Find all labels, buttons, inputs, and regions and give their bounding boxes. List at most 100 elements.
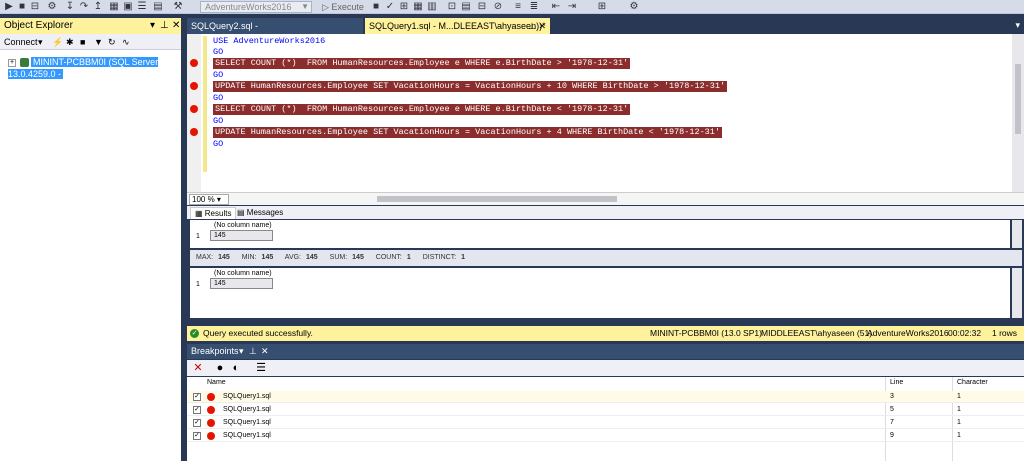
- code-line[interactable]: GO: [213, 47, 223, 58]
- stop-icon[interactable]: ■: [80, 34, 85, 50]
- parse-icon[interactable]: ✓: [384, 1, 396, 13]
- toggle-all-icon[interactable]: ◐: [230, 362, 242, 374]
- breakpoint-icon: [207, 393, 215, 401]
- results-grid-icon[interactable]: ▦: [412, 1, 424, 13]
- pin-dropdown-icon[interactable]: ▾: [150, 18, 155, 34]
- object-explorer-panel: Object Explorer ▾ ⊥ ✕ Connect ▾ ⚡ ✱ ■ ▼ …: [0, 18, 183, 461]
- delete-icon[interactable]: ✕: [192, 362, 204, 374]
- grid-cell[interactable]: 145: [210, 230, 273, 241]
- grid-scrollbar[interactable]: [1012, 268, 1022, 318]
- close-icon[interactable]: ✕: [261, 344, 269, 359]
- options-icon[interactable]: ⚙: [628, 1, 640, 13]
- debug-icon[interactable]: ⚙: [46, 1, 58, 13]
- menu-icon[interactable]: ▤: [152, 1, 164, 13]
- pin-icon[interactable]: ⊥: [249, 344, 257, 359]
- tab-results[interactable]: ▦ Results: [190, 207, 237, 219]
- uncomment-icon[interactable]: ≣: [528, 1, 540, 13]
- column-header-name[interactable]: Name: [207, 379, 226, 386]
- grid-scrollbar[interactable]: [1012, 220, 1022, 248]
- results-text-icon[interactable]: ▥: [426, 1, 438, 13]
- column-header-line[interactable]: Line: [890, 379, 903, 386]
- chevron-down-icon[interactable]: ▾: [38, 34, 43, 50]
- checkbox[interactable]: ✓: [193, 432, 201, 440]
- step-into-icon[interactable]: ↧: [64, 1, 76, 13]
- step-over-icon[interactable]: ↷: [78, 1, 90, 13]
- refresh-icon[interactable]: ↻: [108, 34, 116, 50]
- column-header[interactable]: (No column name): [214, 222, 272, 229]
- window-icon[interactable]: ▣: [122, 1, 134, 13]
- table-row[interactable]: ✓ SQLQuery1.sql 5 1: [187, 404, 1024, 416]
- breakpoint-icon[interactable]: [190, 59, 198, 67]
- table-row[interactable]: ✓ SQLQuery1.sql 9 1: [187, 430, 1024, 442]
- intellisense-icon[interactable]: ⊡: [446, 1, 458, 13]
- pin-dropdown-icon[interactable]: ▾: [239, 344, 244, 359]
- tab-messages[interactable]: ▤ Messages: [233, 207, 287, 219]
- plan-icon[interactable]: ⊞: [398, 1, 410, 13]
- editor-vertical-scrollbar[interactable]: [1012, 34, 1024, 192]
- checkbox[interactable]: ✓: [193, 393, 201, 401]
- connect-button[interactable]: Connect: [4, 37, 38, 47]
- expand-icon[interactable]: +: [8, 58, 16, 67]
- breakpoints-toolbar: ✕ ● ◐ ☰: [187, 360, 1024, 376]
- close-icon[interactable]: ✕: [538, 18, 546, 34]
- query-editor[interactable]: USE AdventureWorks2016 GO SELECT COUNT (…: [187, 34, 1024, 192]
- checkbox[interactable]: ✓: [193, 406, 201, 414]
- table-row[interactable]: ✓ SQLQuery1.sql 3 1: [187, 391, 1024, 403]
- specify-values-icon[interactable]: ⊞: [596, 1, 608, 13]
- delete-all-icon[interactable]: ●: [214, 362, 226, 374]
- column-header-character[interactable]: Character: [957, 379, 988, 386]
- checkbox[interactable]: ✓: [193, 419, 201, 427]
- include-plan-icon[interactable]: ⊟: [476, 1, 488, 13]
- code-line-breakpoint[interactable]: UPDATE HumanResources.Employee SET Vacat…: [213, 127, 722, 138]
- tab-sqlquery1[interactable]: SQLQuery1.sql - M...DLEEAST\ahyaseen))* ⊥…: [365, 18, 550, 34]
- code-line[interactable]: GO: [213, 139, 223, 150]
- connect-plug-icon[interactable]: ⚡: [52, 34, 63, 50]
- code-line[interactable]: GO: [213, 93, 223, 104]
- pin-icon[interactable]: ⊥: [160, 18, 169, 34]
- outdent-icon[interactable]: ⇤: [550, 1, 562, 13]
- breakpoint-icon[interactable]: [190, 82, 198, 90]
- code-line[interactable]: GO: [213, 70, 223, 81]
- pause-icon[interactable]: ■: [16, 1, 28, 13]
- disconnect-icon[interactable]: ✱: [66, 34, 74, 50]
- close-icon[interactable]: ✕: [172, 18, 180, 34]
- scroll-thumb[interactable]: [1015, 64, 1021, 134]
- activity-icon[interactable]: ∿: [122, 34, 130, 50]
- code-line-breakpoint[interactable]: SELECT COUNT (*) FROM HumanResources.Emp…: [213, 58, 631, 69]
- tab-list-icon[interactable]: ▾: [1015, 20, 1020, 31]
- stop-icon[interactable]: ⊟: [29, 1, 41, 13]
- comment-icon[interactable]: ≡: [512, 1, 524, 13]
- step-out-icon[interactable]: ↥: [92, 1, 104, 13]
- breakpoints-grid: Name Line Character ✓ SQLQuery1.sql 3 1 ✓ …: [187, 377, 1024, 461]
- tab-sqlquery2[interactable]: SQLQuery2.sql - M...DLEEAST\ahyaseen)): [187, 18, 363, 47]
- editor-tabs: SQLQuery2.sql - M...DLEEAST\ahyaseen)) S…: [187, 18, 1024, 47]
- list-icon[interactable]: ☰: [136, 1, 148, 13]
- code-line-breakpoint[interactable]: UPDATE HumanResources.Employee SET Vacat…: [213, 81, 728, 92]
- grid-cell[interactable]: 145: [210, 278, 273, 289]
- breakpoint-gutter[interactable]: [187, 34, 201, 192]
- success-icon: ✓: [190, 329, 199, 338]
- grid-icon[interactable]: ▦: [108, 1, 120, 13]
- database-select[interactable]: AdventureWorks2016 ▼: [200, 1, 312, 13]
- code-line[interactable]: USE AdventureWorks2016: [213, 36, 325, 47]
- pin-icon[interactable]: ⊥: [528, 18, 536, 34]
- server-node[interactable]: + MININT-PCBBM0I (SQL Server 13.0.4259.0 …: [8, 56, 181, 79]
- no-entry-icon[interactable]: ⊘: [492, 1, 504, 13]
- horizontal-scroll-thumb[interactable]: [377, 196, 617, 202]
- columns-icon[interactable]: ☰: [255, 362, 267, 374]
- query-options-icon[interactable]: ▤: [460, 1, 472, 13]
- zoom-select[interactable]: 100 % ▾: [189, 194, 229, 205]
- tool-icon[interactable]: ⚒: [172, 1, 184, 13]
- play-icon[interactable]: ▶: [3, 1, 15, 13]
- filter-icon[interactable]: ▼: [94, 34, 103, 50]
- indent-icon[interactable]: ⇥: [566, 1, 578, 13]
- breakpoint-icon[interactable]: [190, 128, 198, 136]
- column-header[interactable]: (No column name): [214, 270, 272, 277]
- execute-button[interactable]: ▷ Execute: [322, 1, 364, 13]
- table-row[interactable]: ✓ SQLQuery1.sql 7 1: [187, 417, 1024, 429]
- code-line-breakpoint[interactable]: SELECT COUNT (*) FROM HumanResources.Emp…: [213, 104, 631, 115]
- object-explorer-title: Object Explorer ▾ ⊥ ✕: [0, 18, 181, 34]
- breakpoint-icon[interactable]: [190, 105, 198, 113]
- stop-execute-icon[interactable]: ■: [370, 1, 382, 13]
- code-line[interactable]: GO: [213, 116, 223, 127]
